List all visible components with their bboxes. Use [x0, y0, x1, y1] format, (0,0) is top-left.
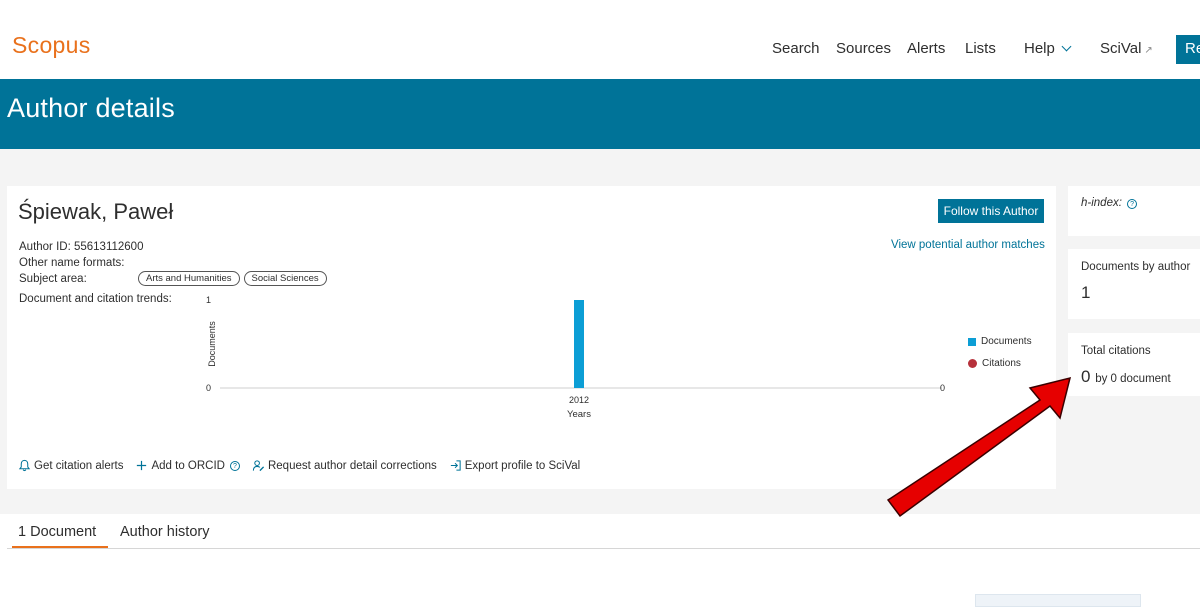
- y-tick-label: 1: [206, 295, 211, 305]
- get-citation-alerts-link[interactable]: Get citation alerts: [18, 459, 123, 472]
- documents-by-author-label: Documents by author: [1081, 261, 1191, 273]
- nav-search[interactable]: Search: [772, 40, 820, 57]
- subject-area-tags: Arts and Humanities Social Sciences: [138, 271, 327, 286]
- documents-by-author-card[interactable]: Documents by author 1: [1068, 249, 1200, 319]
- total-citations-card[interactable]: Total citations 0 by 0 document: [1068, 333, 1200, 396]
- nav-alerts[interactable]: Alerts: [907, 40, 945, 57]
- page-banner: Author details: [0, 79, 1200, 149]
- chevron-down-icon: [1061, 41, 1072, 52]
- nav-scival[interactable]: SciVal ↗: [1100, 40, 1153, 57]
- legend-item-documents[interactable]: Documents: [968, 336, 1032, 347]
- action-label: Request author detail corrections: [267, 459, 437, 472]
- bar-documents: [574, 300, 584, 388]
- add-to-orcid-link[interactable]: Add to ORCID ?: [135, 459, 240, 472]
- documents-count: 1: [1081, 283, 1091, 302]
- bell-icon: [18, 459, 31, 472]
- plus-icon: [137, 460, 147, 471]
- other-name-formats: Other name formats:: [19, 257, 125, 269]
- arrow-shape: [886, 376, 1072, 518]
- export-icon: [450, 460, 461, 471]
- subject-area-label: Subject area:: [19, 273, 87, 285]
- nav-help[interactable]: Help: [1024, 40, 1072, 57]
- legend-swatch-citations: [968, 359, 977, 368]
- h-index-card: h-index: ?: [1068, 186, 1200, 236]
- x-axis-label: Years: [567, 409, 591, 420]
- legend-swatch-documents: [968, 337, 976, 346]
- export-to-scival-link[interactable]: Export profile to SciVal: [449, 459, 580, 472]
- nav-scival-label: SciVal: [1100, 40, 1142, 57]
- chart-svg: 100DocumentsCitations2012Years: [206, 295, 945, 420]
- request-corrections-link[interactable]: Request author detail corrections: [252, 459, 437, 472]
- trends-label: Document and citation trends:: [19, 293, 172, 305]
- subject-tag[interactable]: Social Sciences: [243, 271, 327, 286]
- y-tick-label: 0: [206, 383, 211, 393]
- red-arrow-annotation: [886, 376, 1072, 518]
- x-tick-label: 2012: [569, 395, 589, 405]
- author-actions: Get citation alerts Add to ORCID ? Reque…: [18, 459, 580, 472]
- action-label: Get citation alerts: [34, 459, 124, 472]
- nav-sources[interactable]: Sources: [836, 40, 891, 57]
- legend-item-citations[interactable]: Citations: [968, 358, 1032, 369]
- page-title: Author details: [7, 93, 175, 123]
- document-citation-chart: 100DocumentsCitations2012Years: [187, 288, 947, 428]
- tab-documents[interactable]: 1 Document: [18, 524, 96, 540]
- external-link-icon: ↗: [1144, 45, 1153, 56]
- register-button[interactable]: Re: [1176, 35, 1200, 64]
- help-question-icon[interactable]: ?: [1127, 199, 1138, 209]
- total-citations-label: Total citations: [1081, 345, 1151, 357]
- h-index-label-text: h-index:: [1081, 197, 1122, 209]
- y-axis-label: Documents: [207, 321, 217, 367]
- user-edit-icon: [252, 460, 265, 472]
- view-author-matches-link[interactable]: View potential author matches: [891, 239, 1045, 251]
- legend-label: Citations: [982, 358, 1021, 369]
- active-tab-indicator: [12, 546, 108, 548]
- action-label: Add to ORCID: [151, 459, 225, 472]
- tab-author-history[interactable]: Author history: [120, 524, 209, 540]
- citations-count: 0 by 0 document: [1081, 367, 1171, 387]
- scopus-logo[interactable]: Scopus: [12, 32, 91, 59]
- subject-tag[interactable]: Arts and Humanities: [138, 271, 240, 286]
- citations-suffix: by 0 document: [1095, 373, 1171, 385]
- action-label: Export profile to SciVal: [464, 459, 581, 472]
- follow-author-button[interactable]: Follow this Author: [938, 199, 1044, 223]
- nav-help-label: Help: [1024, 40, 1055, 57]
- help-question-icon[interactable]: ?: [229, 460, 240, 471]
- feedback-widget[interactable]: [975, 594, 1141, 607]
- top-navigation: Scopus Search Sources Alerts Lists Help …: [0, 0, 1200, 79]
- author-id: Author ID: 55613112600: [19, 241, 144, 253]
- nav-lists[interactable]: Lists: [965, 40, 996, 57]
- author-name: Śpiewak, Paweł: [18, 199, 174, 224]
- legend-label: Documents: [981, 336, 1032, 347]
- h-index-label: h-index: ?: [1081, 197, 1138, 209]
- citations-value: 0: [1081, 367, 1091, 386]
